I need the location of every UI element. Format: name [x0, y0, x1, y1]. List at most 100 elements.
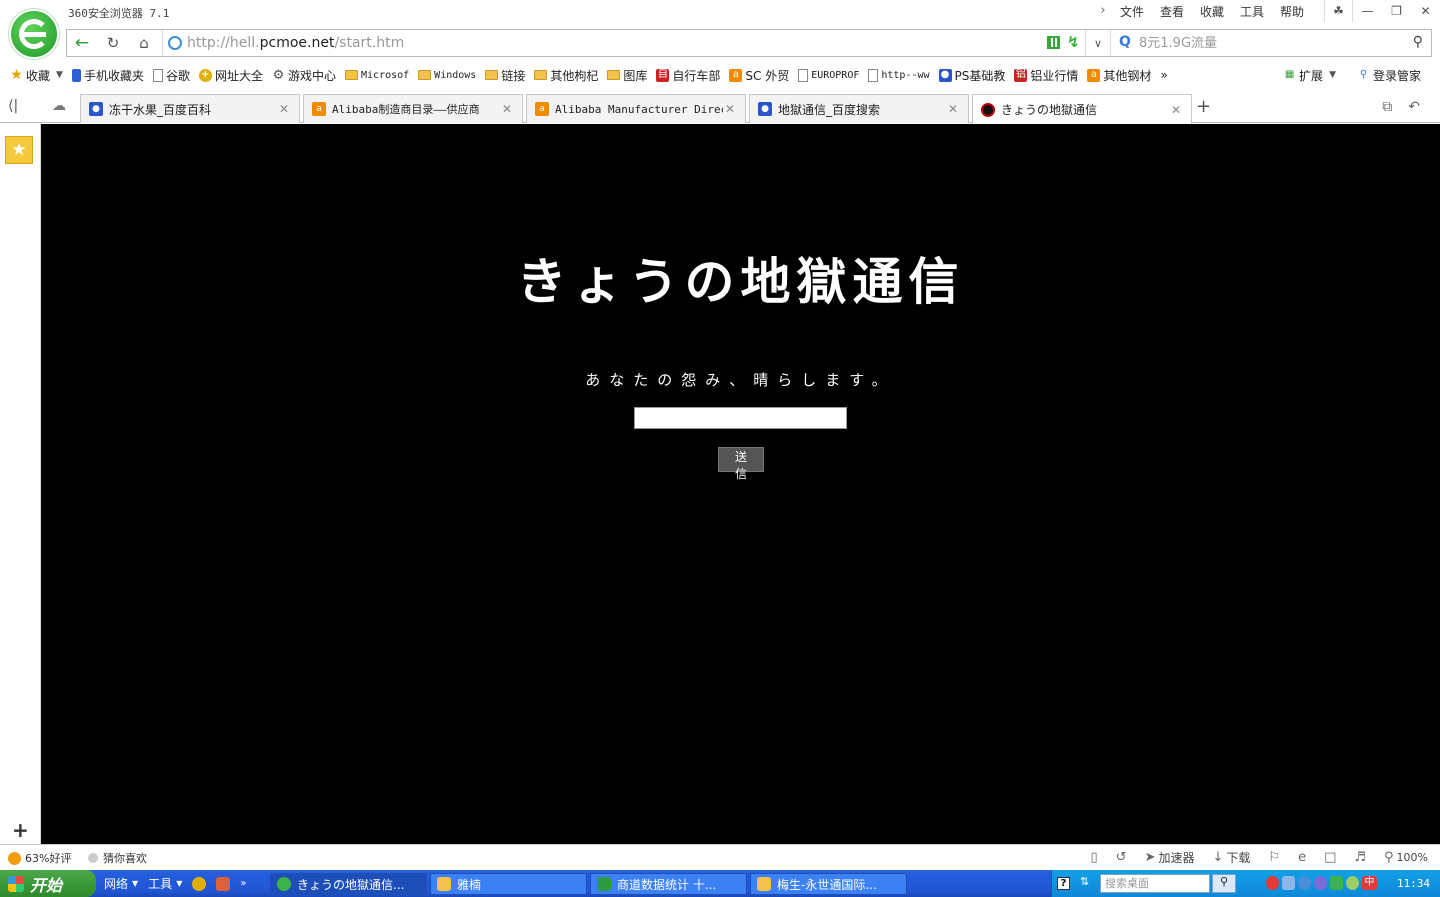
new-tab-button[interactable]: + [1196, 96, 1211, 117]
tab[interactable]: ● 地獄通信_百度搜索 ✕ [749, 94, 969, 123]
start-button[interactable]: 开始 [0, 870, 96, 897]
tray-app-icon[interactable] [1314, 876, 1327, 890]
bookmark-item[interactable]: 手机收藏夹 [71, 67, 144, 84]
tray-arrow-icon[interactable]: ⇅ [1080, 875, 1089, 888]
search-icon[interactable]: ⚲ [1212, 874, 1236, 893]
star-icon[interactable]: ★ [5, 136, 33, 164]
tab-scroll-left-icon[interactable]: ⟨| [8, 98, 18, 114]
title-bar: 360安全浏览器 7.1 › 文件 查看 收藏 工具 帮助 ☘ — ❐ ✕ [0, 0, 1440, 24]
close-tab-icon[interactable]: ✕ [946, 102, 960, 116]
volume-icon[interactable]: ♬ [1354, 850, 1366, 865]
bookmark-item[interactable]: EUROPROF [798, 68, 859, 82]
system-tray: ? ⇅ 搜索桌面 ⚲ 中 11:34 [1051, 870, 1440, 897]
bookmark-item[interactable]: + 网址大全 [198, 67, 263, 84]
mobile-icon[interactable]: ▯ [1091, 850, 1098, 865]
bookmark-item[interactable]: a SC 外贸 [729, 67, 789, 84]
guess-you-like[interactable]: 猜你喜欢 [88, 850, 147, 866]
send-button[interactable]: 送信 [718, 447, 764, 481]
close-tab-icon[interactable]: ✕ [500, 102, 514, 116]
favorites-menu[interactable]: ★ 收藏 ▼ [10, 67, 63, 84]
close-button[interactable]: ✕ [1411, 0, 1440, 22]
tray-app-icon[interactable] [1298, 876, 1311, 890]
add-sidebar-icon[interactable]: + [12, 818, 29, 842]
download-button[interactable]: ↓ 下载 [1212, 849, 1250, 866]
bookmark-folder[interactable]: Windows [418, 70, 476, 81]
menu-tools[interactable]: 工具 [1232, 3, 1272, 20]
undo-close-icon[interactable]: ↶ [1408, 99, 1420, 115]
compat-mode-icon[interactable]: ↺ [1116, 850, 1127, 865]
folder-icon [418, 70, 432, 80]
search-engine-icon[interactable]: Q [1119, 34, 1131, 50]
cloud-icon[interactable]: ☁ [52, 98, 66, 114]
tab[interactable]: a Alibaba Manufacturer Directory ✕ [526, 94, 746, 123]
browser-logo-icon[interactable] [9, 9, 59, 59]
reload-button[interactable]: ↻ [98, 30, 128, 56]
url-dropdown-icon[interactable]: ∨ [1085, 30, 1111, 56]
speed-mode-icon[interactable]: ↯ [1067, 33, 1080, 51]
extensions-button[interactable]: ▦ 扩展 ▼ [1283, 67, 1336, 84]
network-icon[interactable] [1282, 876, 1295, 890]
bookmark-item[interactable]: a 其他钢材 [1087, 67, 1151, 84]
bookmark-item[interactable]: 铝铝业行情 [1014, 67, 1078, 84]
home-button[interactable]: ⌂ [129, 30, 159, 56]
menu-help[interactable]: 帮助 [1272, 3, 1312, 20]
qr-code-icon[interactable] [1047, 36, 1060, 49]
bookmark-item[interactable]: ● PS基础教 [938, 67, 1005, 84]
tab-active[interactable]: きょうの地獄通信 ✕ [972, 94, 1192, 124]
address-field[interactable]: http://hell.pcmoe.net/start.htm ↯ [162, 30, 1082, 56]
bookmark-item[interactable]: 自自行车部 [656, 67, 720, 84]
page-content: きょうの地獄通信 あなたの怨み、晴らします。 送信 [41, 124, 1440, 844]
ime-icon[interactable]: 中 [1362, 876, 1377, 890]
shield-icon[interactable] [1330, 876, 1343, 890]
maximize-button[interactable]: ❐ [1382, 0, 1411, 22]
paw-icon: ● [938, 68, 952, 82]
url-text[interactable]: http://hell.pcmoe.net/start.htm [187, 35, 404, 51]
clock: 11:34 [1396, 877, 1430, 890]
flag-icon[interactable]: ⚐ [1268, 850, 1280, 865]
grudge-input[interactable] [634, 407, 847, 429]
rating-widget[interactable]: 63%好评 [8, 850, 71, 866]
bookmark-folder[interactable]: Microsof [345, 70, 409, 81]
taskbar-item[interactable]: きょうの地獄通信... [270, 873, 427, 895]
desktop-search-input[interactable]: 搜索桌面 [1100, 874, 1210, 893]
minimize-button[interactable]: — [1353, 0, 1382, 22]
bookmark-item[interactable]: ⚙ 游戏中心 [272, 67, 336, 84]
menu-view[interactable]: 查看 [1152, 3, 1192, 20]
bookmarks-more-button[interactable]: » [1160, 68, 1167, 82]
menu-file[interactable]: 文件 [1112, 3, 1152, 20]
tray-app-icon[interactable] [1346, 876, 1359, 890]
taskbar-item[interactable]: 商道数据统计 十... [590, 873, 747, 895]
taskbar-item[interactable]: 雅楠 [430, 873, 587, 895]
zoom-control[interactable]: ⚲ 100% [1384, 850, 1428, 865]
quick-launch-icon[interactable] [216, 876, 231, 891]
restore-windows-icon[interactable]: ⧉ [1382, 99, 1392, 115]
bookmark-folder[interactable]: 其他枸杞 [534, 67, 598, 84]
window-icon[interactable]: □ [1324, 850, 1336, 865]
search-input[interactable] [1139, 33, 1399, 53]
quick-launch-more-icon[interactable]: » [240, 878, 246, 889]
back-button[interactable]: ← [67, 30, 97, 56]
bookmark-folder[interactable]: 链接 [485, 67, 525, 84]
close-tab-icon[interactable]: ✕ [1169, 103, 1183, 117]
help-icon[interactable]: ? [1057, 877, 1070, 890]
login-button[interactable]: ⚲ 登录管家 [1357, 67, 1421, 84]
bookmark-folder[interactable]: 图库 [607, 67, 647, 84]
tools-menu[interactable]: 工具 ▼ [148, 875, 182, 892]
skin-icon[interactable]: ☘ [1324, 0, 1353, 22]
bookmark-item[interactable]: http--ww [868, 68, 930, 82]
qq-icon[interactable] [1266, 876, 1279, 890]
network-menu[interactable]: 网络 ▼ [104, 875, 138, 892]
tab[interactable]: a Alibaba制造商目录——供应商 ✕ [303, 94, 523, 123]
quick-launch-icon[interactable] [192, 876, 207, 891]
close-tab-icon[interactable]: ✕ [723, 102, 737, 116]
close-tab-icon[interactable]: ✕ [277, 102, 291, 116]
menu-favorites[interactable]: 收藏 [1192, 3, 1232, 20]
tab[interactable]: ● 冻干水果_百度百科 ✕ [80, 94, 300, 123]
ie-icon[interactable]: e [1298, 850, 1306, 865]
search-icon[interactable]: ⚲ [1413, 34, 1423, 50]
accelerator-button[interactable]: ➤ 加速器 [1145, 849, 1195, 866]
bookmark-item[interactable]: 谷歌 [152, 67, 190, 84]
taskbar-item[interactable]: 梅生-永世通国际... [750, 873, 907, 895]
sidebar: ★ + [0, 124, 41, 844]
menu-collapse-icon[interactable]: › [1094, 3, 1112, 20]
